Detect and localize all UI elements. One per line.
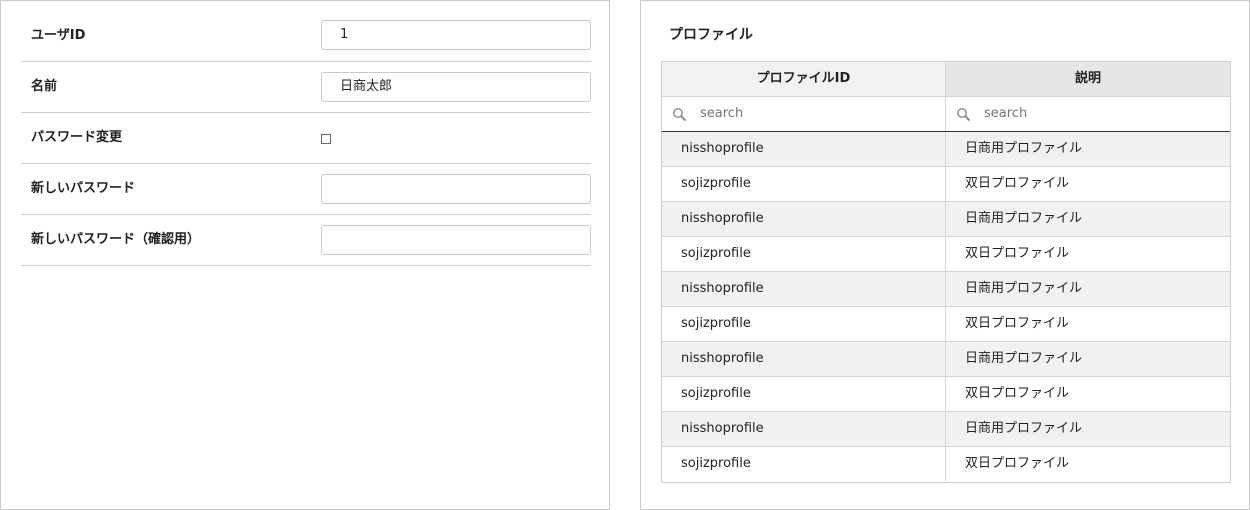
profile-id-cell: nisshoprofile <box>662 412 946 446</box>
profile-table: プロファイルID 説明 nisshoprofile <box>661 61 1231 483</box>
description-cell: 双日プロファイル <box>965 386 1070 401</box>
form-row-new-password: 新しいパスワード <box>21 164 591 215</box>
name-input[interactable]: 日商太郎 <box>321 72 591 102</box>
description-cell: 日商用プロファイル <box>965 141 1083 156</box>
table-body: nisshoprofile 日商用プロファイル sojizprofile 双日プ… <box>662 132 1230 482</box>
new-password-input[interactable] <box>321 174 591 204</box>
description-cell: 日商用プロファイル <box>965 351 1083 366</box>
profile-id-cell: sojizprofile <box>662 167 946 201</box>
confirm-password-input[interactable] <box>321 225 591 255</box>
name-label: 名前 <box>31 79 58 94</box>
profile-panel: プロファイル プロファイルID 説明 search search nisshop… <box>640 0 1250 510</box>
search-icon <box>673 108 687 122</box>
change-password-label: パスワード変更 <box>31 130 123 145</box>
table-row[interactable]: nisshoprofile 日商用プロファイル <box>662 412 1230 447</box>
user-form-panel: ユーザID 1 名前 日商太郎 パスワード変更 新しいパスワード 新しいパスワー… <box>0 0 610 510</box>
form-row-confirm-password: 新しいパスワード（確認用） <box>21 215 591 266</box>
profile-id-cell: nisshoprofile <box>662 342 946 376</box>
profile-id-cell: sojizprofile <box>662 447 946 481</box>
table-row[interactable]: sojizprofile 双日プロファイル <box>662 237 1230 272</box>
profile-id-cell: nisshoprofile <box>662 132 946 166</box>
filter-cell-profile-id <box>662 97 946 131</box>
description-cell: 双日プロファイル <box>965 176 1070 191</box>
table-row[interactable]: sojizprofile 双日プロファイル <box>662 377 1230 412</box>
profile-id-cell: nisshoprofile <box>662 272 946 306</box>
table-row[interactable]: nisshoprofile 日商用プロファイル <box>662 202 1230 237</box>
table-header-row: プロファイルID 説明 <box>662 62 1230 97</box>
table-row[interactable]: nisshoprofile 日商用プロファイル <box>662 132 1230 167</box>
profile-id-cell: sojizprofile <box>662 237 946 271</box>
description-cell: 双日プロファイル <box>965 316 1070 331</box>
description-search-input[interactable] <box>984 97 1214 131</box>
description-cell: 双日プロファイル <box>965 456 1070 471</box>
filter-cell-description <box>946 97 1230 131</box>
description-cell: 日商用プロファイル <box>965 421 1083 436</box>
user-id-input[interactable]: 1 <box>321 20 591 50</box>
description-cell: 双日プロファイル <box>965 246 1070 261</box>
table-row[interactable]: sojizprofile 双日プロファイル <box>662 167 1230 202</box>
column-header-description[interactable]: 説明 <box>946 62 1230 96</box>
table-row[interactable]: nisshoprofile 日商用プロファイル <box>662 342 1230 377</box>
profile-id-cell: nisshoprofile <box>662 202 946 236</box>
form-row-name: 名前 日商太郎 <box>21 62 591 113</box>
description-cell: 日商用プロファイル <box>965 211 1083 226</box>
new-password-label: 新しいパスワード <box>31 181 136 196</box>
form-row-change-password: パスワード変更 <box>21 113 591 164</box>
profile-id-cell: sojizprofile <box>662 307 946 341</box>
user-form: ユーザID 1 名前 日商太郎 パスワード変更 新しいパスワード 新しいパスワー… <box>21 11 591 266</box>
table-filter-row <box>662 97 1230 132</box>
profile-id-cell: sojizprofile <box>662 377 946 411</box>
table-row[interactable]: sojizprofile 双日プロファイル <box>662 307 1230 342</box>
profile-section-title: プロファイル <box>669 27 753 43</box>
search-icon <box>957 108 971 122</box>
change-password-checkbox[interactable] <box>321 134 331 144</box>
profile-id-search-input[interactable] <box>700 97 930 131</box>
column-header-profile-id[interactable]: プロファイルID <box>662 62 946 96</box>
confirm-password-label: 新しいパスワード（確認用） <box>31 232 201 247</box>
user-id-label: ユーザID <box>31 28 86 43</box>
form-row-user-id: ユーザID 1 <box>21 11 591 62</box>
table-row[interactable]: nisshoprofile 日商用プロファイル <box>662 272 1230 307</box>
description-cell: 日商用プロファイル <box>965 281 1083 296</box>
table-row[interactable]: sojizprofile 双日プロファイル <box>662 447 1230 482</box>
